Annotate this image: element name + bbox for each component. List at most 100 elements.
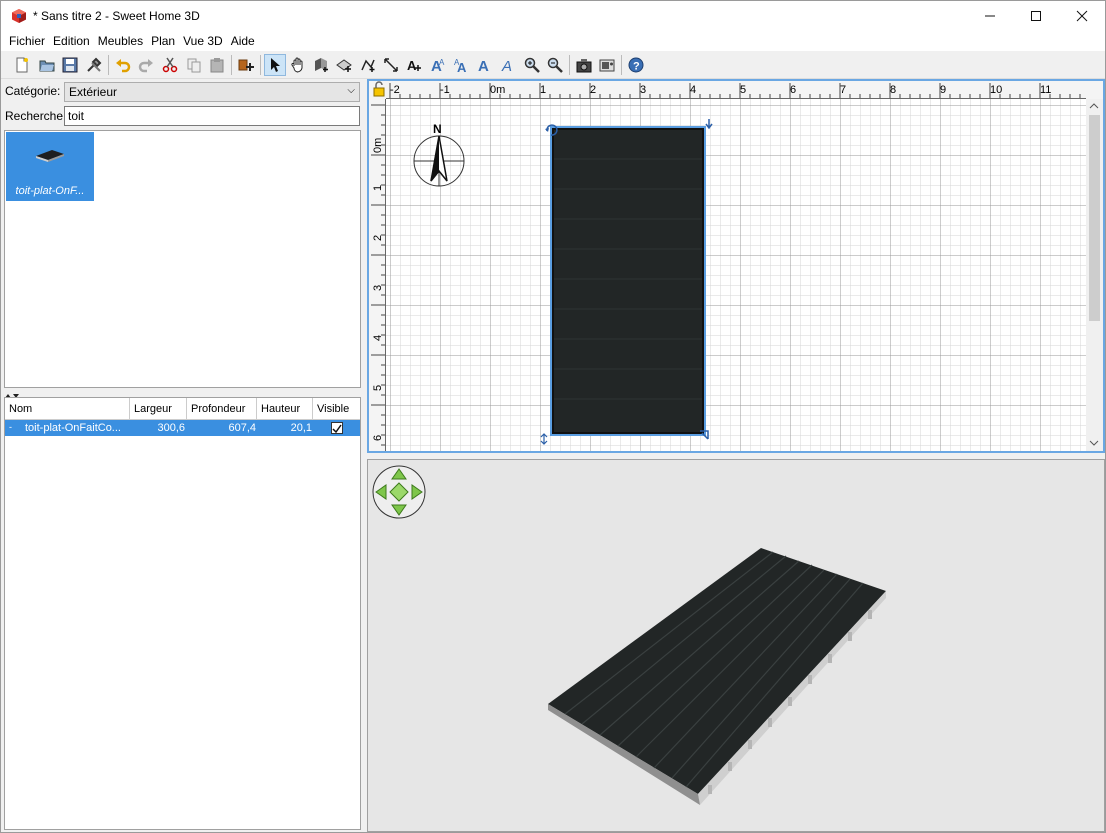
zoom-in-icon (524, 57, 540, 73)
paste-button[interactable] (206, 54, 228, 76)
redo-button[interactable] (135, 54, 157, 76)
row-hauteur: 20,1 (290, 422, 312, 434)
catalog-splitter[interactable] (4, 388, 361, 398)
flat-roof-plan-item[interactable] (550, 126, 706, 436)
furniture-pane: Catégorie: Extérieur ⌵ Recherche: toit-p… (1, 79, 363, 832)
create-photo-button[interactable] (573, 54, 595, 76)
compass-label: N (433, 122, 442, 136)
minimize-icon (985, 15, 995, 17)
column-header-nom[interactable]: Nom (5, 398, 130, 420)
create-rooms-icon (336, 59, 352, 72)
3d-view[interactable] (367, 459, 1105, 832)
create-video-button[interactable] (596, 54, 618, 76)
create-walls-button[interactable] (310, 54, 332, 76)
bold-text-button[interactable]: A (473, 54, 495, 76)
preferences-button[interactable] (83, 54, 105, 76)
furniture-catalog: toit-plat-OnF... (4, 130, 361, 388)
create-video-icon (599, 59, 615, 72)
menu-plan[interactable]: Plan (147, 34, 179, 48)
row-expand-icon[interactable]: - (9, 422, 12, 432)
column-header-hauteur[interactable]: Hauteur (257, 398, 313, 420)
navigation-arrows-icon[interactable] (372, 465, 426, 519)
cut-icon (162, 57, 178, 73)
menu-vue-3d[interactable]: Vue 3D (179, 34, 227, 48)
close-button[interactable] (1059, 1, 1105, 31)
minimize-button[interactable] (967, 1, 1013, 31)
flat-roof-3d-model[interactable] (548, 548, 886, 805)
ruler-x-label: -1 (440, 84, 450, 96)
visible-checkbox[interactable] (331, 422, 343, 434)
plan-vertical-scrollbar[interactable] (1086, 99, 1103, 451)
furniture-table: Nom Largeur Profondeur Hauteur Visible -… (4, 397, 361, 830)
search-input[interactable] (64, 106, 360, 126)
ruler-x-label: 9 (940, 84, 946, 96)
add-furniture-icon (238, 59, 254, 71)
table-row[interactable]: - toit-plat-OnFaitCo... 300,6 607,4 20,1 (5, 420, 360, 436)
menu-aide[interactable]: Aide (227, 34, 259, 48)
column-header-visible[interactable]: Visible (313, 398, 360, 420)
menu-bar: Fichier Edition Meubles Plan Vue 3D Aide (1, 31, 1105, 51)
cut-button[interactable] (159, 54, 181, 76)
svg-text:A: A (407, 58, 417, 73)
create-dimensions-button[interactable] (380, 54, 402, 76)
menu-meubles[interactable]: Meubles (94, 34, 147, 48)
maximize-button[interactable] (1013, 1, 1059, 31)
window-title: * Sans titre 2 - Sweet Home 3D (33, 9, 200, 23)
help-button[interactable]: ? (625, 54, 647, 76)
ruler-x-label: 2 (590, 84, 596, 96)
ruler-y-label: 6 (372, 435, 384, 441)
3d-canvas (372, 465, 886, 805)
category-combo[interactable]: Extérieur ⌵ (64, 82, 360, 102)
column-header-largeur[interactable]: Largeur (130, 398, 187, 420)
column-header-profondeur[interactable]: Profondeur (187, 398, 257, 420)
ruler-x-label: 11 (1040, 84, 1051, 96)
decrease-text-icon: AA (454, 58, 467, 73)
preferences-icon (87, 57, 102, 72)
ruler-x-label: 3 (640, 84, 646, 96)
ruler-y-label: 2 (372, 235, 384, 241)
increase-text-icon: AA (431, 58, 445, 73)
create-walls-icon (315, 58, 328, 72)
menu-fichier[interactable]: Fichier (5, 34, 49, 48)
checkmark-icon (332, 424, 342, 434)
zoom-in-button[interactable] (521, 54, 543, 76)
open-folder-icon (39, 60, 55, 72)
row-profondeur: 607,4 (228, 422, 256, 434)
ruler-y-label: 0m (372, 138, 384, 153)
app-window: * Sans titre 2 - Sweet Home 3D Fichier E… (0, 0, 1106, 833)
ruler-y-label: 5 (372, 385, 384, 391)
open-button[interactable] (36, 54, 58, 76)
italic-text-button[interactable]: A (497, 54, 519, 76)
row-largeur: 300,6 (157, 422, 185, 434)
copy-button[interactable] (183, 54, 205, 76)
ruler-y-label: 3 (372, 285, 384, 291)
redo-icon (138, 59, 153, 73)
increase-text-size-button[interactable]: AA (427, 54, 449, 76)
create-photo-icon (576, 59, 592, 73)
pan-mode-button[interactable] (287, 54, 309, 76)
select-mode-button[interactable] (264, 54, 286, 76)
decrease-text-size-button[interactable]: AA (450, 54, 472, 76)
add-text-button[interactable]: A (403, 54, 425, 76)
svg-text:A: A (501, 58, 512, 73)
save-button[interactable] (59, 54, 81, 76)
svg-text:A: A (478, 58, 489, 73)
undo-button[interactable] (112, 54, 134, 76)
menu-edition[interactable]: Edition (49, 34, 94, 48)
catalog-item[interactable]: toit-plat-OnF... (6, 132, 94, 201)
undo-icon (116, 59, 131, 73)
help-icon: ? (628, 57, 644, 73)
new-button[interactable] (11, 54, 33, 76)
ruler-x-label: 5 (740, 84, 746, 96)
zoom-out-button[interactable] (544, 54, 566, 76)
ruler-x-label: -2 (390, 84, 400, 96)
italic-text-icon: A (501, 58, 512, 73)
flat-roof-thumbnail-icon (36, 150, 64, 162)
plan-view[interactable]: -2 -1 0m 1 2 3 4 5 6 7 8 9 10 11 0m 1 2 … (367, 79, 1105, 453)
add-furniture-button[interactable] (235, 54, 257, 76)
svg-text:A: A (457, 60, 467, 73)
create-rooms-button[interactable] (333, 54, 355, 76)
plan-canvas: -2 -1 0m 1 2 3 4 5 6 7 8 9 10 11 0m 1 2 … (369, 81, 1103, 451)
create-polylines-button[interactable] (357, 54, 379, 76)
zoom-out-icon (547, 57, 563, 73)
